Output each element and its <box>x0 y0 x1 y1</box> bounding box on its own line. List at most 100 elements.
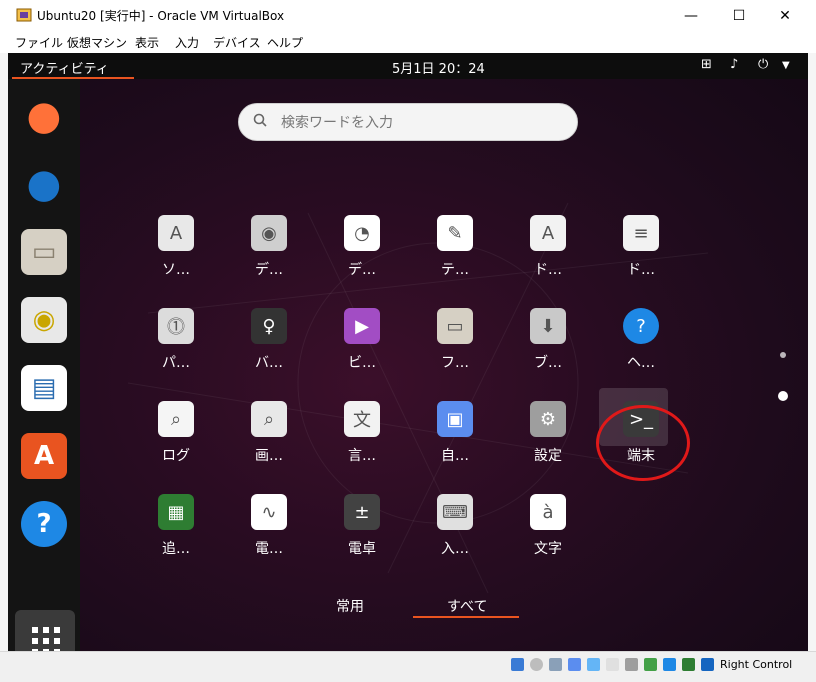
backups-icon: ♀ <box>251 308 287 344</box>
cpu-icon[interactable] <box>663 658 676 671</box>
disk-usage-icon: ◔ <box>344 215 380 251</box>
video-capture-icon[interactable] <box>644 658 657 671</box>
app-tile[interactable]: ◉ デ… <box>229 215 309 299</box>
tab-frequent[interactable]: 常用 <box>336 596 364 616</box>
menu-devices[interactable]: デバイス <box>213 34 261 51</box>
dock-rhythmbox[interactable]: ◉ <box>21 297 67 343</box>
startup-disk-icon: ⬇ <box>530 308 566 344</box>
app-tile[interactable]: ◔ デ… <box>322 215 402 299</box>
volume-icon[interactable]: ♪ <box>730 57 738 72</box>
app-tile[interactable]: ≡ ド… <box>601 215 681 299</box>
app-label: 電… <box>255 541 283 557</box>
app-tile[interactable]: ▭ フ… <box>415 308 495 392</box>
app-tile[interactable]: ⬇ ブ… <box>508 308 588 392</box>
app-label: 文字 <box>534 541 562 557</box>
app-tile[interactable]: ⌨ 入… <box>415 494 495 578</box>
menu-help[interactable]: ヘルプ <box>267 34 303 51</box>
dock: ● ● ▭ ◉ ▤ A ? <box>8 79 80 651</box>
left-edge <box>0 53 8 651</box>
gnome-topbar: アクティビティ 5月1日 20：24 ⊞ ♪ ⏻ ▼ <box>8 53 808 79</box>
app-label: デ… <box>348 262 376 278</box>
maximize-button[interactable]: ☐ <box>716 0 762 31</box>
activities-button[interactable]: アクティビティ <box>20 58 109 77</box>
app-tile[interactable]: ± 電卓 <box>322 494 402 578</box>
network-icon[interactable]: ⊞ <box>701 57 712 72</box>
network-status-icon[interactable] <box>568 658 581 671</box>
app-tile[interactable]: ▣ 自… <box>415 401 495 485</box>
settings-icon: ⚙ <box>530 401 566 437</box>
app-label: 画… <box>255 448 283 464</box>
characters-icon: à <box>530 494 566 530</box>
logs-icon: ⌕ <box>158 401 194 437</box>
window-titlebar: Ubuntu20 [実行中] - Oracle VM VirtualBox — … <box>0 0 816 31</box>
usb-icon[interactable] <box>587 658 600 671</box>
keyboard-capture-icon[interactable] <box>701 658 714 671</box>
dock-thunderbird[interactable]: ● <box>21 161 67 207</box>
page-indicator-1[interactable] <box>780 352 786 358</box>
app-tile[interactable]: ∿ 電… <box>229 494 309 578</box>
app-label: テ… <box>441 262 469 278</box>
audio-icon[interactable] <box>549 658 562 671</box>
keyboard-icon: ⌨ <box>437 494 473 530</box>
libreoffice-writer-icon: ▤ <box>31 373 57 403</box>
firefox-icon: ● <box>26 93 62 139</box>
guest-screen[interactable]: アクティビティ 5月1日 20：24 ⊞ ♪ ⏻ ▼ ● ● ▭ ◉ ▤ A ?… <box>8 53 808 651</box>
dock-help[interactable]: ? <box>21 501 67 547</box>
shared-folders-icon[interactable] <box>606 658 619 671</box>
additional-drivers-icon: ▦ <box>158 494 194 530</box>
app-label: ログ <box>162 448 190 464</box>
menu-view[interactable]: 表示 <box>135 34 159 51</box>
ubuntu-software-icon: A <box>33 441 55 471</box>
minimize-button[interactable]: — <box>668 0 714 31</box>
menu-file[interactable]: ファイル <box>15 34 63 51</box>
mouse-integration-icon[interactable] <box>682 658 695 671</box>
app-tile[interactable]: ♀ バ… <box>229 308 309 392</box>
app-tile[interactable]: 文言… <box>322 401 402 485</box>
search-box[interactable] <box>238 103 578 141</box>
page-indicator-2[interactable] <box>778 391 788 401</box>
dock-files[interactable]: ▭ <box>21 229 67 275</box>
app-label: 設定 <box>534 448 562 464</box>
chevron-down-icon[interactable]: ▼ <box>782 60 790 71</box>
power-icon[interactable]: ⏻ <box>758 57 768 72</box>
show-applications-button[interactable] <box>15 610 75 651</box>
background-pattern <box>127 202 709 594</box>
app-tile[interactable]: ⚙ 設定 <box>508 401 588 485</box>
thunderbird-icon: ● <box>26 161 62 207</box>
app-label: パ… <box>162 355 190 371</box>
search-input[interactable] <box>279 112 563 134</box>
app-tile[interactable]: ▶ ビ… <box>322 308 402 392</box>
app-tile[interactable]: A ソ… <box>136 215 216 299</box>
app-tile[interactable]: ▦ 追… <box>136 494 216 578</box>
app-tile[interactable]: à 文字 <box>508 494 588 578</box>
app-tile[interactable]: ⓵ パ… <box>136 308 216 392</box>
app-tile[interactable]: ⌕ ログ <box>136 401 216 485</box>
menu-machine[interactable]: 仮想マシン <box>67 34 127 51</box>
app-grid-icon <box>32 627 60 651</box>
dock-software[interactable]: A <box>21 433 67 479</box>
tab-all[interactable]: すべて <box>447 596 487 616</box>
app-label: バ… <box>255 355 283 371</box>
passwords-icon: ⓵ <box>158 308 194 344</box>
settings-panel-icon: ▣ <box>437 401 473 437</box>
rhythmbox-icon: ◉ <box>32 305 56 335</box>
display-icon[interactable] <box>625 658 638 671</box>
app-tile[interactable]: ⌕ 画… <box>229 401 309 485</box>
document-scanner-icon: ≡ <box>623 215 659 251</box>
app-label: ブ… <box>534 355 562 371</box>
search-icon <box>253 113 267 127</box>
dock-firefox[interactable]: ● <box>21 93 67 139</box>
clock[interactable]: 5月1日 20：24 <box>392 58 485 77</box>
app-tile[interactable]: ✎ テ… <box>415 215 495 299</box>
dock-writer[interactable]: ▤ <box>21 365 67 411</box>
hdd-icon[interactable] <box>511 658 524 671</box>
app-tile[interactable]: ? ヘ… <box>601 308 681 392</box>
virtualbox-icon <box>16 8 32 22</box>
app-label: 言… <box>348 448 376 464</box>
app-label: 入… <box>441 541 469 557</box>
app-tile[interactable]: A ド… <box>508 215 588 299</box>
optical-drive-icon[interactable] <box>530 658 543 671</box>
close-button[interactable]: ✕ <box>762 0 808 31</box>
text-editor-icon: ✎ <box>437 215 473 251</box>
menu-input[interactable]: 入力 <box>175 34 199 51</box>
